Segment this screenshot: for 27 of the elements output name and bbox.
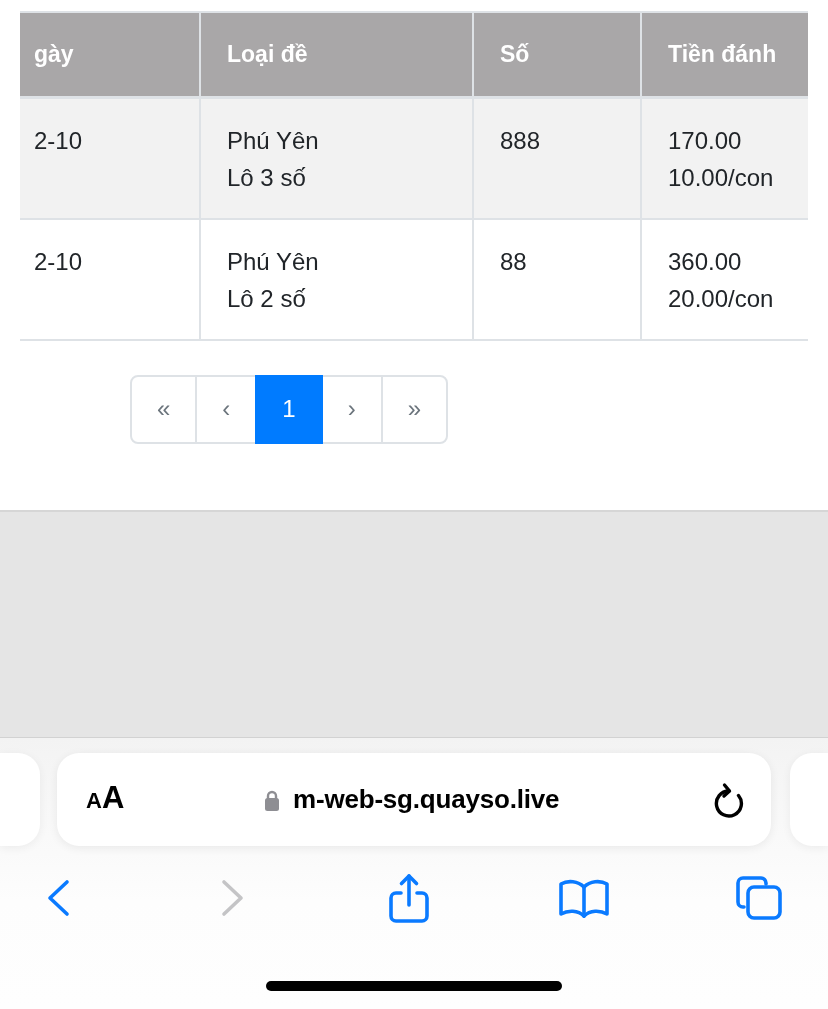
column-header: Tiền đánh [641, 12, 808, 97]
column-header: Loại đề [200, 12, 473, 97]
table-cell: Phú Yên Lô 2 số [200, 218, 473, 340]
url-text: m-web-sg.quayso.live [293, 784, 560, 815]
share-icon [387, 872, 430, 924]
text-size-button[interactable]: AA [86, 780, 125, 819]
column-header: Số [473, 12, 641, 97]
pagination-button[interactable]: « [130, 374, 198, 444]
table-cell: 170.00 10.00/con [641, 97, 808, 219]
lock-icon [264, 788, 281, 811]
table-cell: 888 [473, 97, 641, 219]
pagination-button[interactable]: ‹ [195, 374, 258, 444]
table-cell: 360.00 20.00/con [641, 218, 808, 340]
squares-icon [735, 875, 783, 921]
pagination-button[interactable]: 1 [255, 374, 323, 444]
pagination-button[interactable]: › [320, 374, 383, 444]
table-cell: 88 [473, 218, 641, 340]
book-icon [557, 877, 610, 919]
column-header: gày [20, 12, 200, 97]
reload-icon [713, 781, 745, 818]
address-bar[interactable]: AA m-web-sg.quayso.live [57, 753, 771, 846]
table-cell: Phú Yên Lô 3 số [200, 97, 473, 219]
chevron-left-icon [45, 879, 71, 917]
pagination-button[interactable]: » [380, 374, 449, 444]
table-cell: 2-10 [20, 218, 200, 340]
table-cell: 2-10 [20, 97, 200, 219]
reload-button[interactable] [713, 781, 745, 818]
